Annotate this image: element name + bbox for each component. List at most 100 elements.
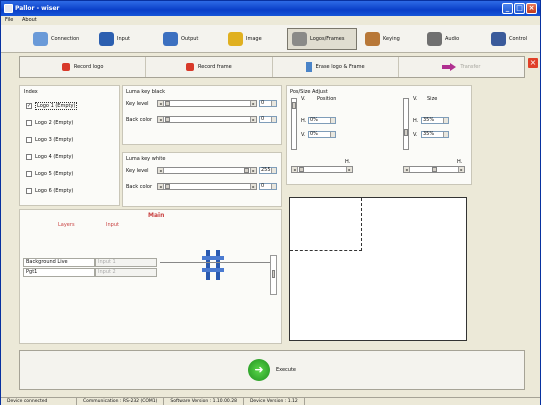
luma-white-back-color-slider[interactable]: ◂ ▸ xyxy=(157,183,257,190)
luma-white-key-level-spin[interactable]: 255 xyxy=(259,167,277,174)
position-h-label: H. xyxy=(345,159,351,165)
control-icon xyxy=(491,32,506,46)
size-v-field-label: V. xyxy=(413,132,418,138)
checkbox-label: Logo 2 (Empty) xyxy=(35,120,74,126)
logo-5-checkbox[interactable]: Logo 5 (Empty) xyxy=(26,171,73,177)
toolbar-connection[interactable]: Connection xyxy=(29,28,83,50)
main-panel: Main Layers Input Background Live Input … xyxy=(19,209,282,344)
position-v-field-label: V. xyxy=(301,132,306,138)
logos-frames-icon xyxy=(292,32,307,46)
logo-4-checkbox[interactable]: Logo 4 (Empty) xyxy=(26,154,73,160)
menu-bar: File About xyxy=(1,16,540,25)
position-label: Position xyxy=(317,96,337,102)
checkbox-icon xyxy=(26,120,32,126)
checkbox-icon xyxy=(26,188,32,194)
erase-button[interactable]: Erase logo & Frame xyxy=(273,57,399,77)
toolbar-label: Image xyxy=(246,36,262,42)
pos-size-panel: Pos/Size Adjust V. Position H. 0% V. 0% … xyxy=(286,85,472,185)
toolbar-image[interactable]: Image xyxy=(224,28,266,50)
main-toolbar: Connection Input Output Image Logos/Fram… xyxy=(1,25,540,53)
pos-size-title: Pos/Size Adjust xyxy=(290,89,328,95)
checkbox-label: Logo 5 (Empty) xyxy=(35,171,74,177)
record-frame-label: Record frame xyxy=(198,64,232,70)
toolbar-label: Keying xyxy=(383,36,400,42)
record-logo-label: Record logo xyxy=(73,64,104,70)
input-icon xyxy=(99,32,114,46)
layer-connector-icon xyxy=(202,250,224,280)
back-color-label: Back color xyxy=(126,184,153,190)
status-device-version: Device Version : 1.12 xyxy=(244,398,305,405)
logo-3-checkbox[interactable]: Logo 3 (Empty) xyxy=(26,137,73,143)
minimize-button[interactable]: _ xyxy=(502,3,513,14)
input-select-2[interactable]: Input 2 xyxy=(95,268,157,277)
maximize-button[interactable]: □ xyxy=(514,3,525,14)
close-panel-icon[interactable]: × xyxy=(528,58,538,68)
record-frame-button[interactable]: Record frame xyxy=(146,57,273,77)
size-v-slider[interactable] xyxy=(403,98,409,150)
luma-black-key-level-spin[interactable]: 0 xyxy=(259,100,277,107)
size-v-label: V. xyxy=(413,96,418,102)
logo-region-outline xyxy=(290,198,362,251)
transfer-label: Transfer xyxy=(460,64,481,70)
window-title: Pallor - wiser xyxy=(15,5,60,12)
position-v-label: V. xyxy=(301,96,306,102)
luma-white-back-color-spin[interactable]: 0 xyxy=(259,183,277,190)
checkbox-icon xyxy=(26,171,32,177)
luma-white-key-level-slider[interactable]: ◂ ▸ xyxy=(157,167,257,174)
index-title: Index xyxy=(24,89,38,95)
size-v-spin[interactable]: 35% xyxy=(421,131,449,138)
luma-black-back-color-spin[interactable]: 0 xyxy=(259,116,277,123)
output-icon xyxy=(163,32,178,46)
logo-6-checkbox[interactable]: Logo 6 (Empty) xyxy=(26,188,73,194)
app-icon xyxy=(4,4,13,13)
toolbar-label: Audio xyxy=(445,36,460,42)
logo-2-checkbox[interactable]: Logo 2 (Empty) xyxy=(26,120,73,126)
toolbar-logos-frames[interactable]: Logos/Frames xyxy=(287,28,357,50)
menu-about[interactable]: About xyxy=(22,17,37,23)
logo-1-checkbox[interactable]: ✓ Logo 1 (Empty) xyxy=(26,102,78,110)
input-select-1[interactable]: Input 1 xyxy=(95,258,157,267)
status-communication: Communication : RS-232 (COM1) xyxy=(77,398,165,405)
position-h-spin[interactable]: 0% xyxy=(308,117,336,124)
record-logo-button[interactable]: Record logo xyxy=(20,57,147,77)
toolbar-control[interactable]: Control xyxy=(487,28,531,50)
execute-label: Execute xyxy=(276,367,296,373)
index-panel: Index ✓ Logo 1 (Empty) Logo 2 (Empty) Log… xyxy=(19,85,120,206)
main-title: Main xyxy=(148,212,165,219)
toolbar-label: Control xyxy=(509,36,528,42)
toolbar-keying[interactable]: Keying xyxy=(361,28,404,50)
layer-order-scroll[interactable] xyxy=(270,255,277,295)
size-h-spin[interactable]: 35% xyxy=(421,117,449,124)
image-icon xyxy=(228,32,243,46)
connection-icon xyxy=(33,32,48,46)
luma-black-panel: Luma key black Key level ◂ ▸ 0 Back color… xyxy=(122,85,282,145)
luma-white-panel: Luma key white Key level ◂ ▸ 255 Back col… xyxy=(122,152,282,207)
size-label: Size xyxy=(427,96,438,102)
checkbox-icon xyxy=(26,154,32,160)
transfer-button[interactable]: Transfer xyxy=(399,57,524,77)
status-software: Software Version : 1.10.00.28 xyxy=(164,398,244,405)
luma-black-back-color-slider[interactable]: ◂ ▸ xyxy=(157,116,257,123)
audio-icon xyxy=(427,32,442,46)
execute-run-icon: ➜ xyxy=(248,359,270,381)
toolbar-audio[interactable]: Audio xyxy=(423,28,463,50)
luma-black-key-level-slider[interactable]: ◂ ▸ xyxy=(157,100,257,107)
checkbox-icon xyxy=(26,137,32,143)
size-h-slider[interactable]: ◂ ▸ xyxy=(403,166,465,173)
back-color-label: Back color xyxy=(126,117,153,123)
position-v-spin[interactable]: 0% xyxy=(308,131,336,138)
position-v-slider[interactable] xyxy=(291,98,297,150)
logo-action-bar: Record logo Record frame Erase logo & Fr… xyxy=(19,56,525,78)
toolbar-output[interactable]: Output xyxy=(159,28,202,50)
position-h-slider[interactable]: ◂ ▸ xyxy=(291,166,353,173)
position-h-field-label: H. xyxy=(301,118,307,124)
close-button[interactable]: × xyxy=(526,3,537,14)
toolbar-input[interactable]: Input xyxy=(95,28,134,50)
size-h-label: H. xyxy=(457,159,463,165)
execute-button[interactable]: ➜ Execute xyxy=(19,350,525,390)
menu-file[interactable]: File xyxy=(5,17,13,23)
title-bar: Pallor - wiser _ □ × xyxy=(1,1,540,16)
logo-preview[interactable] xyxy=(289,197,467,341)
erase-icon xyxy=(305,62,312,72)
layer-row-1: Background Live xyxy=(23,258,95,267)
